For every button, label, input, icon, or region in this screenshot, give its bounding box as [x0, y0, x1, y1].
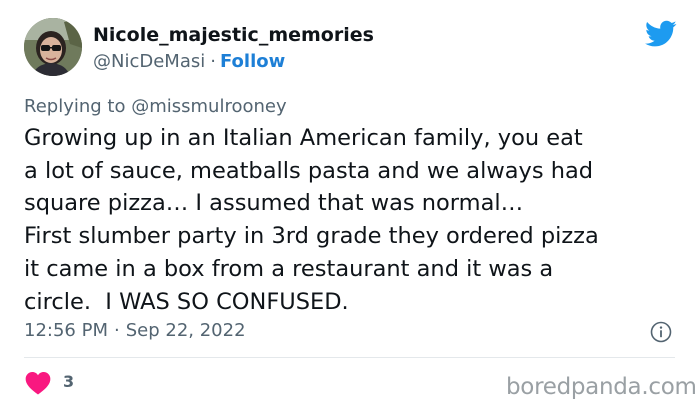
like-count: 3: [63, 372, 75, 391]
display-name[interactable]: Nicole_majestic_memories: [93, 24, 374, 46]
handle-row: @NicDeMasi · Follow: [93, 51, 285, 72]
divider: [24, 357, 675, 358]
tweet-text-line: a lot of sauce, meatballs pasta and we a…: [24, 157, 594, 184]
timestamp-separator: ·: [113, 320, 120, 341]
twitter-bird-icon-graphic: [645, 20, 677, 47]
reply-mention-link[interactable]: @missmulrooney: [131, 96, 286, 117]
tweet-date: Sep 22, 2022: [125, 320, 246, 341]
handle-separator: ·: [210, 51, 216, 72]
tweet-text-line: Growing up in an Italian American family…: [24, 125, 583, 151]
avatar-image: [24, 18, 82, 76]
tweet-text: Growing up in an Italian American family…: [24, 122, 684, 318]
tweet-text-line: square pizza… I assumed that was normal…: [24, 190, 524, 217]
watermark: boredpanda.com: [506, 374, 697, 400]
tweet-timestamp[interactable]: 12:56 PM · Sep 22, 2022: [24, 320, 246, 341]
tweet-card: Nicole_majestic_memories @NicDeMasi · Foll…: [0, 0, 700, 410]
replying-to: Replying to @missmulrooney: [24, 96, 287, 117]
twitter-bird-icon[interactable]: [645, 20, 677, 48]
avatar[interactable]: [24, 18, 82, 76]
tweet-text-line: circle. I WAS SO CONFUSED.: [24, 288, 349, 315]
tweet-time: 12:56 PM: [24, 320, 108, 341]
info-icon-graphic: [650, 321, 672, 343]
tweet-text-line: it came in a box from a restaurant and i…: [24, 255, 554, 282]
follow-button[interactable]: Follow: [220, 51, 285, 72]
heart-icon[interactable]: [25, 371, 51, 395]
replying-prefix: Replying to: [24, 96, 126, 117]
tweet-text-line: First slumber party in 3rd grade they or…: [24, 223, 599, 250]
info-icon[interactable]: [650, 321, 672, 343]
user-handle[interactable]: @NicDeMasi: [93, 51, 205, 72]
heart-icon-graphic: [25, 372, 51, 395]
